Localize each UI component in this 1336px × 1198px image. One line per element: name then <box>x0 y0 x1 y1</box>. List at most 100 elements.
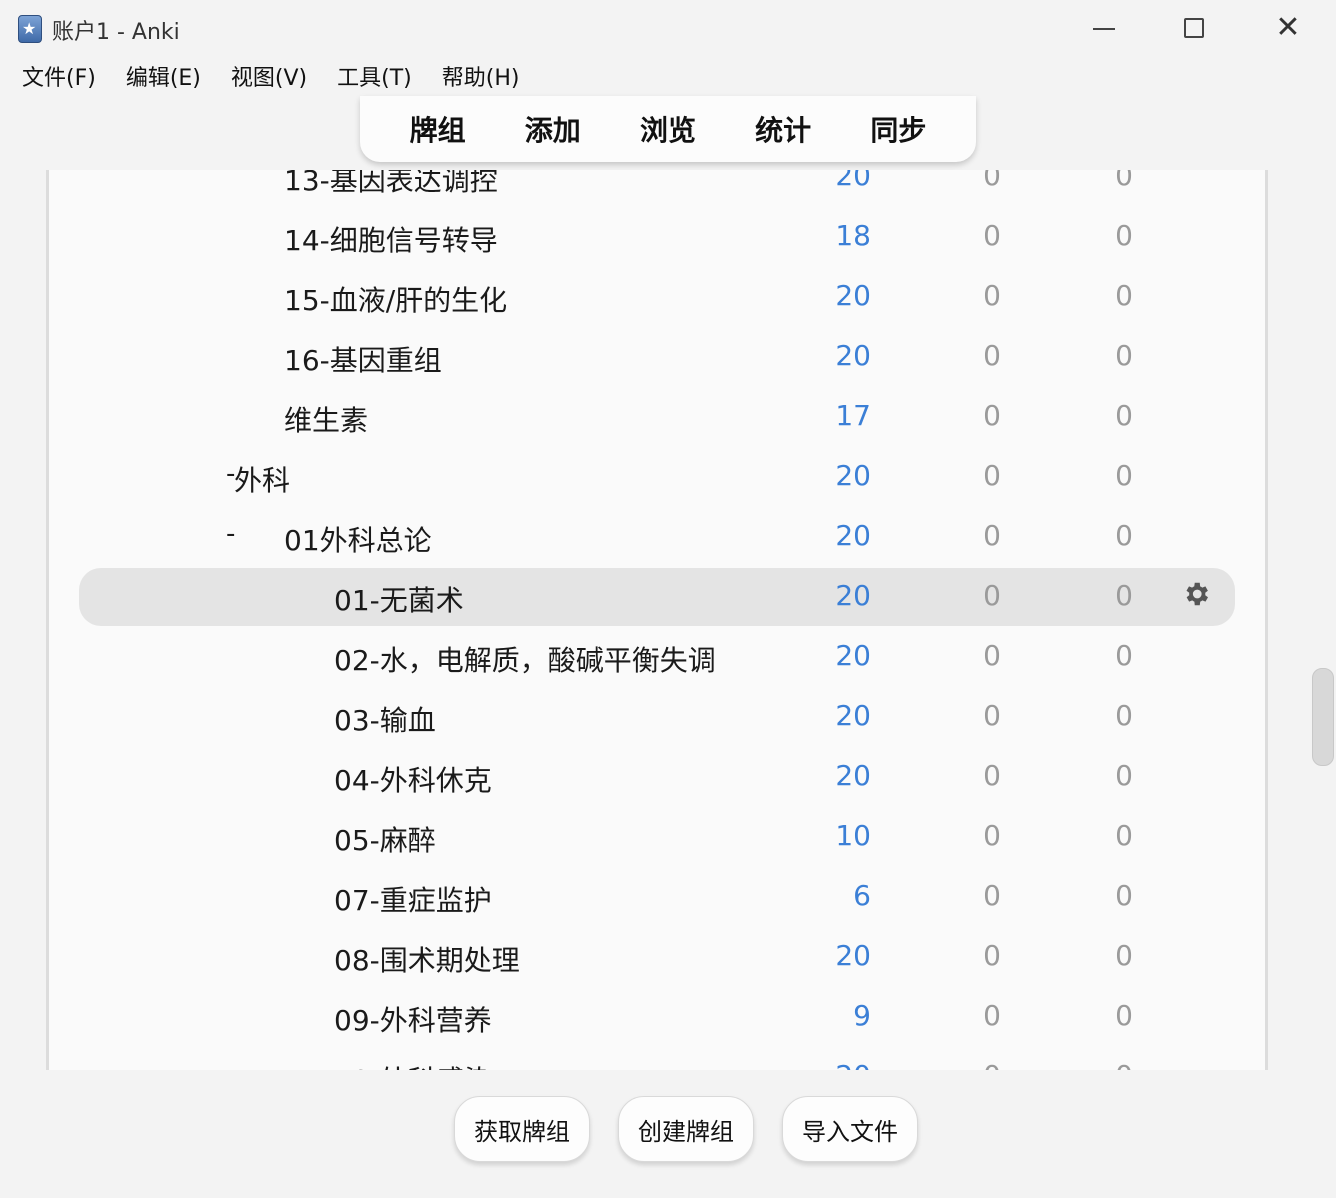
deck-row[interactable]: 14-细胞信号转导 18 0 0 <box>49 207 1265 267</box>
toolbar-add[interactable]: 添加 <box>525 109 581 149</box>
close-button[interactable]: ✕ <box>1268 10 1308 46</box>
deck-name[interactable]: 10-外科感染 <box>334 1059 492 1070</box>
deck-name[interactable]: 04-外科休克 <box>334 759 492 799</box>
new-count: 20 <box>835 339 871 372</box>
deck-name[interactable]: 07-重症监护 <box>334 879 492 919</box>
deck-name[interactable]: 16-基因重组 <box>284 339 442 379</box>
due-count: 0 <box>1115 879 1133 912</box>
minimize-button[interactable] <box>1084 10 1124 46</box>
deck-row[interactable]: 05-麻醉 10 0 0 <box>49 807 1265 867</box>
new-count: 20 <box>835 759 871 792</box>
deck-row[interactable]: 02-水，电解质，酸碱平衡失调 20 0 0 <box>49 627 1265 687</box>
deck-row[interactable]: 07-重症监护 6 0 0 <box>49 867 1265 927</box>
deck-name[interactable]: 13-基因表达调控 <box>284 170 498 199</box>
menu-bar: 文件(F) 编辑(E) 视图(V) 工具(T) 帮助(H) <box>0 58 1336 96</box>
menu-file[interactable]: 文件(F) <box>12 58 106 96</box>
menu-tools[interactable]: 工具(T) <box>327 58 422 96</box>
deck-row[interactable]: 04-外科休克 20 0 0 <box>49 747 1265 807</box>
due-count: 0 <box>1115 759 1133 792</box>
deck-row[interactable]: - 外科 20 0 0 <box>49 447 1265 507</box>
deck-row[interactable]: 01-无菌术 20 0 0 <box>49 567 1265 627</box>
learn-count: 0 <box>983 759 1001 792</box>
new-count: 20 <box>835 939 871 972</box>
new-count: 17 <box>835 399 871 432</box>
vertical-scrollbar[interactable] <box>1312 668 1334 766</box>
deck-name[interactable]: 15-血液/肝的生化 <box>284 279 507 319</box>
due-count: 0 <box>1115 459 1133 492</box>
menu-help[interactable]: 帮助(H) <box>432 58 530 96</box>
anki-app-icon <box>18 15 42 43</box>
new-count: 18 <box>835 219 871 252</box>
deck-row[interactable]: - 01外科总论 20 0 0 <box>49 507 1265 567</box>
new-count: 20 <box>835 639 871 672</box>
minimize-icon <box>1093 28 1115 30</box>
deck-list: 13-基因表达调控 20 0 0 14-细胞信号转导 18 0 0 15-血液/肝的生化 20 0 0… <box>49 170 1265 1070</box>
maximize-button[interactable] <box>1174 10 1214 46</box>
create-deck-button[interactable]: 创建牌组 <box>618 1096 754 1162</box>
deck-row[interactable]: 08-围术期处理 20 0 0 <box>49 927 1265 987</box>
gear-icon[interactable] <box>1181 579 1211 609</box>
maximize-icon <box>1184 18 1204 38</box>
toolbar-stats[interactable]: 统计 <box>755 109 811 149</box>
due-count: 0 <box>1115 999 1133 1032</box>
due-count: 0 <box>1115 339 1133 372</box>
due-count: 0 <box>1115 219 1133 252</box>
menu-view[interactable]: 视图(V) <box>221 58 317 96</box>
learn-count: 0 <box>983 339 1001 372</box>
bottom-bar: 获取牌组 创建牌组 导入文件 <box>0 1072 1336 1198</box>
learn-count: 0 <box>983 699 1001 732</box>
learn-count: 0 <box>983 459 1001 492</box>
due-count: 0 <box>1115 639 1133 672</box>
deck-name[interactable]: 维生素 <box>284 399 368 439</box>
due-count: 0 <box>1115 519 1133 552</box>
collapse-toggle[interactable]: - <box>226 519 235 549</box>
due-count: 0 <box>1115 579 1133 612</box>
new-count: 20 <box>835 279 871 312</box>
menu-edit[interactable]: 编辑(E) <box>116 58 211 96</box>
deck-name[interactable]: 14-细胞信号转导 <box>284 219 498 259</box>
get-shared-decks-button[interactable]: 获取牌组 <box>454 1096 590 1162</box>
title-bar: 账户1 - Anki ✕ <box>0 0 1336 56</box>
new-count: 10 <box>835 819 871 852</box>
import-file-button[interactable]: 导入文件 <box>782 1096 918 1162</box>
new-count: 20 <box>835 459 871 492</box>
learn-count: 0 <box>983 219 1001 252</box>
deck-row[interactable]: 03-输血 20 0 0 <box>49 687 1265 747</box>
learn-count: 0 <box>983 639 1001 672</box>
deck-name[interactable]: 08-围术期处理 <box>334 939 520 979</box>
deck-name[interactable]: 01-无菌术 <box>334 579 464 619</box>
new-count: 20 <box>835 519 871 552</box>
learn-count: 0 <box>983 579 1001 612</box>
learn-count: 0 <box>983 399 1001 432</box>
toolbar-decks[interactable]: 牌组 <box>410 109 466 149</box>
deck-row[interactable]: 09-外科营养 9 0 0 <box>49 987 1265 1047</box>
deck-name[interactable]: 02-水，电解质，酸碱平衡失调 <box>334 639 716 679</box>
due-count: 0 <box>1115 819 1133 852</box>
due-count: 0 <box>1115 170 1133 192</box>
learn-count: 0 <box>983 279 1001 312</box>
deck-name[interactable]: 外科 <box>234 459 290 499</box>
deck-name[interactable]: 01外科总论 <box>284 519 432 559</box>
deck-name[interactable]: 09-外科营养 <box>334 999 492 1039</box>
window-title: 账户1 - Anki <box>52 20 180 45</box>
new-count: 20 <box>801 1059 871 1070</box>
deck-row[interactable]: 13-基因表达调控 20 0 0 <box>49 170 1265 207</box>
deck-row[interactable]: 维生素 17 0 0 <box>49 387 1265 447</box>
due-count: 0 <box>1115 399 1133 432</box>
toolbar-sync[interactable]: 同步 <box>870 109 926 149</box>
learn-count: 0 <box>931 1059 1001 1070</box>
learn-count: 0 <box>983 879 1001 912</box>
deck-row[interactable]: 15-血液/肝的生化 20 0 0 <box>49 267 1265 327</box>
deck-row[interactable]: 16-基因重组 20 0 0 <box>49 327 1265 387</box>
new-count: 6 <box>853 879 871 912</box>
deck-name[interactable]: 03-输血 <box>334 699 436 739</box>
due-count: 0 <box>1115 279 1133 312</box>
learn-count: 0 <box>983 519 1001 552</box>
learn-count: 0 <box>983 170 1001 192</box>
toolbar-browse[interactable]: 浏览 <box>640 109 696 149</box>
deck-row[interactable]: 10-外科感染 20 0 0 <box>49 1047 1265 1070</box>
deck-name[interactable]: 05-麻醉 <box>334 819 436 859</box>
close-icon: ✕ <box>1275 10 1301 45</box>
due-count: 0 <box>1115 939 1133 972</box>
due-count: 0 <box>1063 1059 1133 1070</box>
